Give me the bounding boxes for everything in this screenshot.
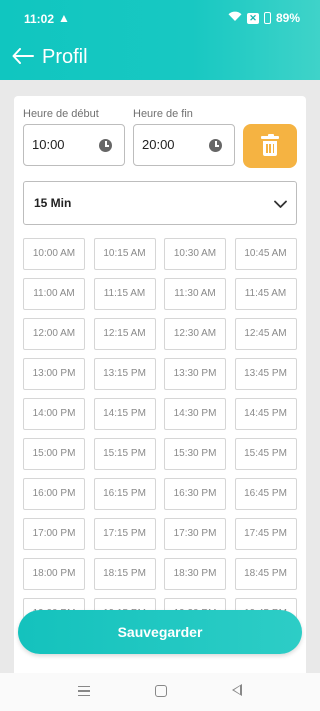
- battery-icon: [263, 12, 271, 24]
- status-indicators: ✕ 89%: [228, 11, 300, 25]
- delete-button[interactable]: [243, 124, 297, 168]
- trash-icon: [261, 134, 279, 156]
- time-slot[interactable]: 13:45 PM: [234, 358, 297, 390]
- time-slot[interactable]: 14:00 PM: [23, 398, 85, 430]
- wifi-icon: [228, 11, 242, 25]
- time-slot[interactable]: 16:00 PM: [23, 478, 85, 510]
- end-time-value: 20:00: [142, 137, 175, 152]
- recent-apps-icon[interactable]: [78, 686, 90, 696]
- status-bar: 11:02 ▲ ✕ 89%: [0, 0, 320, 36]
- time-slot[interactable]: 10:00 AM: [23, 238, 85, 270]
- time-slot[interactable]: 16:45 PM: [234, 478, 297, 510]
- time-slot[interactable]: 10:30 AM: [164, 238, 226, 270]
- interval-value: 15 Min: [34, 196, 72, 210]
- chevron-down-icon: [274, 196, 287, 208]
- time-slot[interactable]: 11:15 AM: [93, 278, 156, 310]
- header: Profil: [12, 42, 88, 72]
- time-slot[interactable]: 17:30 PM: [164, 518, 226, 550]
- time-slot[interactable]: 18:00 PM: [23, 558, 85, 590]
- start-time-value: 10:00: [32, 137, 65, 152]
- arrow-left-icon[interactable]: [12, 45, 38, 69]
- page-title: Profil: [42, 45, 88, 68]
- time-slot[interactable]: 13:30 PM: [164, 358, 226, 390]
- time-slot[interactable]: 12:15 AM: [93, 318, 156, 350]
- time-slot[interactable]: 11:45 AM: [234, 278, 297, 310]
- time-slot[interactable]: 16:30 PM: [164, 478, 226, 510]
- time-slot[interactable]: 14:45 PM: [234, 398, 297, 430]
- time-slot[interactable]: 18:15 PM: [93, 558, 156, 590]
- time-slot[interactable]: 15:45 PM: [234, 438, 297, 470]
- start-time-input[interactable]: 10:00: [23, 124, 125, 166]
- time-slot[interactable]: 15:15 PM: [93, 438, 156, 470]
- time-slot[interactable]: 14:30 PM: [164, 398, 226, 430]
- time-slot[interactable]: 16:15 PM: [93, 478, 156, 510]
- start-time-label: Heure de début: [23, 108, 99, 120]
- time-slot[interactable]: 17:15 PM: [93, 518, 156, 550]
- system-nav-bar: [0, 673, 320, 711]
- end-time-label: Heure de fin: [133, 108, 193, 120]
- warning-icon: ▲: [58, 11, 70, 25]
- app-bar: 11:02 ▲ ✕ 89% Profil: [0, 0, 320, 80]
- time-slot[interactable]: 12:00 AM: [23, 318, 85, 350]
- time-slot[interactable]: 12:45 AM: [234, 318, 297, 350]
- end-time-input[interactable]: 20:00: [133, 124, 235, 166]
- clock-icon[interactable]: [209, 139, 222, 152]
- time-slot[interactable]: 17:00 PM: [23, 518, 85, 550]
- status-time: 11:02: [24, 12, 55, 26]
- time-slot[interactable]: 10:45 AM: [234, 238, 297, 270]
- time-slot[interactable]: 12:30 AM: [164, 318, 226, 350]
- battery-percent: 89%: [275, 11, 300, 25]
- time-slots-grid: 10:00 AM 10:15 AM 10:30 AM 10:45 AM 11:00 AM…: [23, 238, 297, 630]
- time-slot[interactable]: 15:00 PM: [23, 438, 85, 470]
- clock-icon[interactable]: [99, 139, 112, 152]
- time-slot[interactable]: 17:45 PM: [234, 518, 297, 550]
- time-slot[interactable]: 13:00 PM: [23, 358, 85, 390]
- time-slot[interactable]: 14:15 PM: [93, 398, 156, 430]
- time-slot[interactable]: 18:45 PM: [234, 558, 297, 590]
- interval-select[interactable]: 15 Min: [23, 181, 297, 225]
- time-slot[interactable]: 15:30 PM: [164, 438, 226, 470]
- back-triangle-icon[interactable]: [232, 684, 242, 696]
- schedule-card: Heure de début Heure de fin 10:00 20:00 …: [14, 96, 306, 696]
- no-sim-icon: ✕: [246, 12, 259, 24]
- time-slot[interactable]: 11:30 AM: [164, 278, 226, 310]
- time-slot[interactable]: 10:15 AM: [93, 238, 156, 270]
- time-slot[interactable]: 13:15 PM: [93, 358, 156, 390]
- time-slot[interactable]: 18:30 PM: [164, 558, 226, 590]
- home-icon[interactable]: [155, 685, 167, 697]
- save-button[interactable]: Sauvegarder: [18, 610, 302, 654]
- time-slot[interactable]: 11:00 AM: [23, 278, 85, 310]
